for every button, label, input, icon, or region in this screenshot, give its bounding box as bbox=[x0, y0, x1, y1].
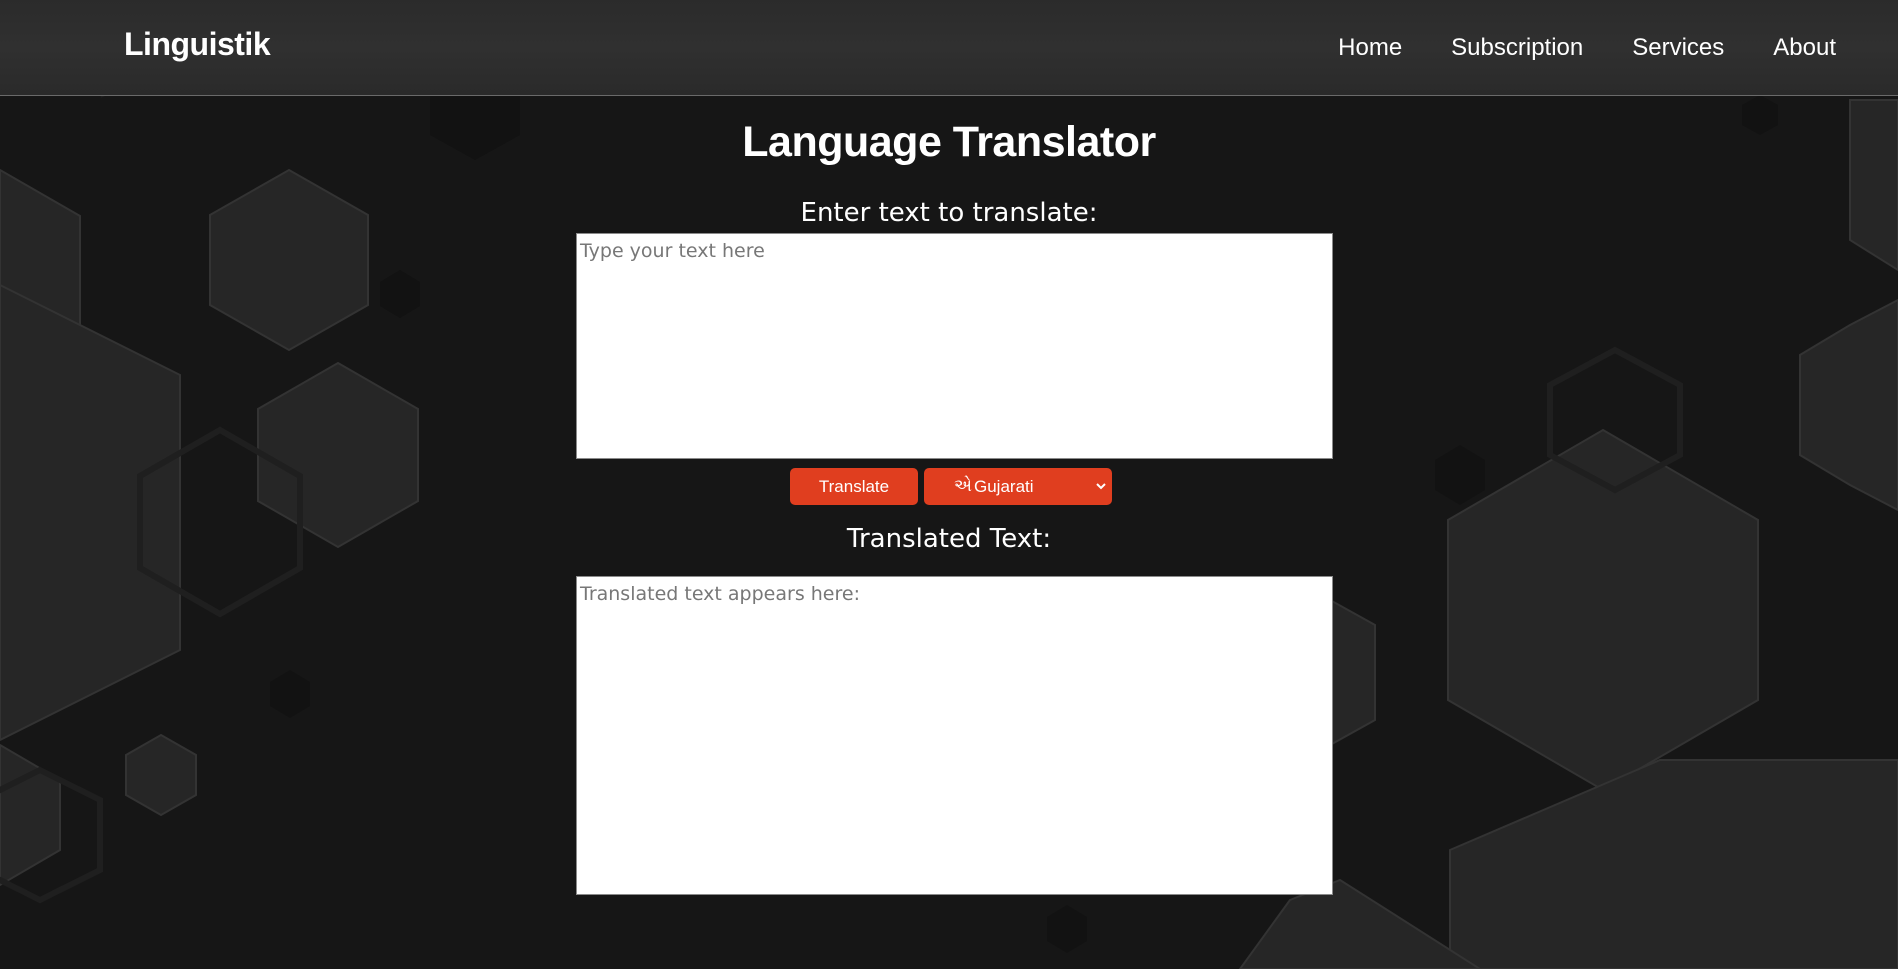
translate-button[interactable]: Translate bbox=[790, 468, 918, 505]
language-select[interactable]: એ Gujarati bbox=[924, 468, 1112, 505]
nav-link-services[interactable]: Services bbox=[1632, 34, 1724, 62]
chevron-down-icon bbox=[1096, 483, 1106, 490]
output-label: Translated Text: bbox=[846, 524, 1052, 554]
nav-link-home[interactable]: Home bbox=[1338, 34, 1402, 62]
nav-link-about[interactable]: About bbox=[1773, 34, 1836, 62]
translate-controls: Translate એ Gujarati bbox=[790, 468, 1112, 505]
language-selected-value: Gujarati bbox=[974, 477, 1034, 496]
top-navbar: Linguistik Home Subscription Services Ab… bbox=[0, 0, 1898, 96]
page-title: Language Translator bbox=[742, 118, 1156, 166]
site-logo[interactable]: Linguistik bbox=[124, 26, 271, 63]
input-label: Enter text to translate: bbox=[800, 198, 1098, 228]
nav-link-subscription[interactable]: Subscription bbox=[1451, 34, 1583, 62]
language-glyph: એ bbox=[954, 476, 972, 496]
translator-main: Language Translator Enter text to transl… bbox=[0, 96, 1898, 969]
translated-text-output[interactable] bbox=[576, 576, 1333, 895]
nav-menu: Home Subscription Services About bbox=[1338, 34, 1836, 62]
source-text-input[interactable] bbox=[576, 233, 1333, 459]
